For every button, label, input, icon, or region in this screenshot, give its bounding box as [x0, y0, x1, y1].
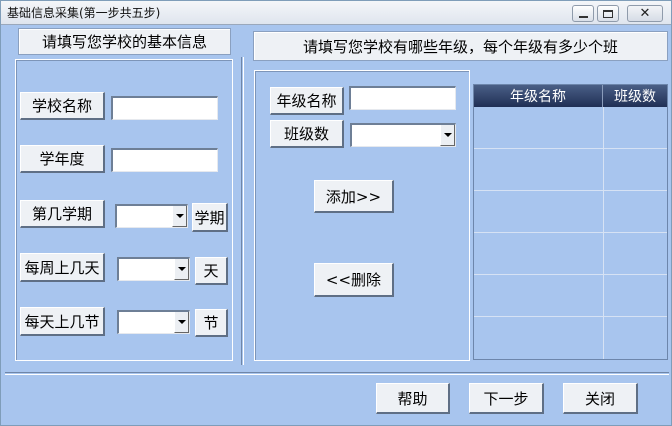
class-count-dropdown-button[interactable]	[440, 125, 455, 146]
semester-select[interactable]	[115, 204, 188, 228]
semester-label: 第几学期	[20, 200, 105, 228]
days-unit-label: 天	[195, 257, 228, 285]
chevron-down-icon	[175, 214, 184, 218]
grade-name-input[interactable]	[349, 86, 456, 110]
semester-unit-label: 学期	[192, 203, 228, 232]
chevron-down-icon	[177, 267, 186, 271]
add-button[interactable]: 添加>>	[314, 180, 394, 213]
grid-row-line	[474, 148, 667, 149]
grid-column-class-count[interactable]: 班级数	[603, 85, 667, 107]
close-icon: ✕	[639, 6, 651, 21]
title-bar[interactable]: 基础信息采集(第一步共五步) ✕	[1, 1, 671, 25]
periods-per-day-select[interactable]	[117, 310, 190, 334]
app-window: 基础信息采集(第一步共五步) ✕ 请填写您学校的基本信息 学校名称 学年度 第几…	[0, 0, 672, 426]
right-section-header: 请填写您学校有哪些年级，每个年级有多少个班	[253, 31, 668, 61]
close-window-button[interactable]: ✕	[627, 5, 663, 22]
class-count-label: 班级数	[270, 120, 344, 148]
class-count-select[interactable]	[350, 123, 456, 147]
help-button[interactable]: 帮助	[376, 383, 450, 414]
grade-name-label: 年级名称	[270, 87, 344, 115]
left-section-header: 请填写您学校的基本信息	[18, 28, 231, 55]
maximize-icon	[603, 9, 613, 18]
vertical-divider	[241, 57, 244, 365]
minimize-button[interactable]	[572, 5, 594, 22]
semester-dropdown-button[interactable]	[172, 206, 187, 227]
grid-column-grade-name[interactable]: 年级名称	[474, 85, 603, 107]
minimize-icon	[578, 15, 588, 18]
grid-row-line	[474, 316, 667, 317]
school-year-input[interactable]	[111, 148, 218, 172]
grid-column-divider	[603, 107, 604, 359]
window-title: 基础信息采集(第一步共五步)	[7, 6, 161, 20]
days-per-week-label: 每周上几天	[20, 253, 105, 282]
days-dropdown-button[interactable]	[174, 259, 189, 280]
school-name-label: 学校名称	[20, 92, 105, 120]
days-per-week-select[interactable]	[117, 257, 190, 281]
grade-grid[interactable]: 年级名称 班级数	[473, 84, 668, 360]
grid-row-line	[474, 190, 667, 191]
grid-row-line	[474, 232, 667, 233]
grid-row-line	[474, 274, 667, 275]
delete-button[interactable]: <<删除	[314, 263, 394, 297]
periods-per-day-label: 每天上几节	[20, 307, 105, 336]
chevron-down-icon	[443, 133, 452, 137]
grid-header: 年级名称 班级数	[474, 85, 667, 107]
chevron-down-icon	[177, 320, 186, 324]
school-year-label: 学年度	[20, 145, 105, 173]
periods-unit-label: 节	[195, 309, 228, 337]
next-step-button[interactable]: 下一步	[469, 383, 544, 414]
periods-dropdown-button[interactable]	[174, 312, 189, 333]
close-button[interactable]: 关闭	[563, 383, 638, 414]
horizontal-divider	[5, 372, 669, 375]
maximize-button[interactable]	[597, 5, 619, 22]
school-name-input[interactable]	[111, 96, 218, 120]
